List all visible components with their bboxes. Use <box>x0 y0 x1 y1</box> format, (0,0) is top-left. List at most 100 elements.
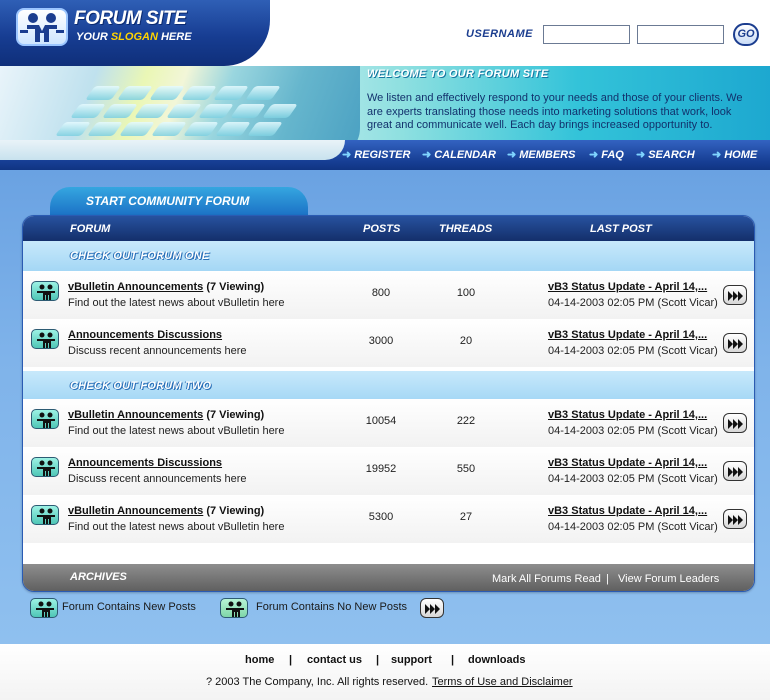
nav-search-label: SEARCH <box>648 149 695 161</box>
terms-link[interactable]: Terms of Use and Disclaimer <box>432 676 573 688</box>
welcome-text: We listen and effectively respond to you… <box>367 92 743 131</box>
nav-register-label: REGISTER <box>354 149 411 161</box>
nav-faq-label: FAQ <box>601 149 624 161</box>
posts-count: 800 <box>371 287 391 299</box>
forum-viewing: (7 Viewing) <box>206 281 265 293</box>
footer-link-contact[interactable]: contact us <box>307 654 362 666</box>
forum-section-header: CHECK OUT FORUM TWO <box>23 371 754 401</box>
forum-description: Find out the latest news about vBulletin… <box>68 425 285 437</box>
nav-members[interactable]: ➜ MEMBERS <box>507 148 575 161</box>
column-posts: POSTS <box>363 223 401 235</box>
username-input[interactable] <box>543 25 630 44</box>
posts-count: 19952 <box>365 463 397 475</box>
forum-people-icon <box>31 409 59 429</box>
last-post-meta: 04-14-2003 02:05 PM (Scott Vicar) <box>548 521 718 533</box>
forum-people-icon <box>31 505 59 525</box>
section-title: CHECK OUT FORUM TWO <box>70 380 212 392</box>
forum-title: Announcements Discussions <box>68 329 222 341</box>
no-new-posts-icon <box>220 598 248 618</box>
footer-link-downloads[interactable]: downloads <box>468 654 525 666</box>
archives-bar: ARCHIVES Mark All Forums Read | View For… <box>23 564 754 591</box>
slogan-prefix: YOUR <box>76 31 108 43</box>
threads-count: 222 <box>456 415 476 427</box>
column-forum: FORUM <box>70 223 111 235</box>
forum-title: Announcements Discussions <box>68 457 222 469</box>
posts-count: 3000 <box>368 335 394 347</box>
go-last-post-button[interactable] <box>723 509 747 529</box>
forum-link[interactable]: vBulletin Announcements <box>68 409 203 421</box>
last-post-link[interactable]: vB3 Status Update - April 14,... <box>548 457 713 469</box>
column-threads: THREADS <box>439 223 493 235</box>
posts-count: 10054 <box>365 415 397 427</box>
site-header: FORUM SITE YOUR SLOGAN HERE USERNAME GO <box>0 0 770 170</box>
nav-home-label: HOME <box>724 149 758 161</box>
copyright-text: ? 2003 The Company, Inc. All rights rese… <box>206 676 429 688</box>
forum-link[interactable]: Announcements Discussions <box>68 457 222 469</box>
forum-viewing: (7 Viewing) <box>206 409 265 421</box>
nav-faq[interactable]: ➜ FAQ <box>589 148 624 161</box>
last-post-link[interactable]: vB3 Status Update - April 14,... <box>548 409 713 421</box>
forum-link[interactable]: Announcements Discussions <box>68 329 222 341</box>
double-arrow-right-icon <box>728 339 743 349</box>
table-row: vBulletin Announcements (7 Viewing) Find… <box>23 271 754 319</box>
threads-count: 100 <box>456 287 476 299</box>
slogan-highlight: SLOGAN <box>110 31 158 43</box>
site-slogan: YOUR SLOGAN HERE <box>76 31 192 43</box>
forum-section-header: CHECK OUT FORUM ONE <box>23 241 754 271</box>
slogan-suffix: HERE <box>160 31 192 43</box>
username-label: USERNAME <box>466 28 533 40</box>
go-last-post-button[interactable] <box>723 413 747 433</box>
password-input[interactable] <box>637 25 724 44</box>
page-footer: home | contact us | support | downloads … <box>0 644 770 700</box>
archives-label[interactable]: ARCHIVES <box>70 571 127 583</box>
forum-description: Find out the latest news about vBulletin… <box>68 297 285 309</box>
forum-people-icon <box>31 329 59 349</box>
go-last-post-button[interactable] <box>723 461 747 481</box>
arrow-right-icon: ➜ <box>422 149 432 161</box>
arrow-right-icon: ➜ <box>507 149 517 161</box>
new-posts-icon <box>30 598 58 618</box>
double-arrow-right-icon <box>728 467 743 477</box>
threads-count: 20 <box>459 335 473 347</box>
go-last-post-button[interactable] <box>723 333 747 353</box>
arrow-right-icon: ➜ <box>589 149 599 161</box>
footer-link-home[interactable]: home <box>245 654 274 666</box>
go-last-post-button[interactable] <box>723 285 747 305</box>
threads-count: 27 <box>459 511 473 523</box>
forum-title: vBulletin Announcements (7 Viewing) <box>68 281 264 293</box>
last-post-meta: 04-14-2003 02:05 PM (Scott Vicar) <box>548 425 718 437</box>
welcome-title: WELCOME TO OUR FORUM SITE <box>367 68 549 80</box>
navbar-curve <box>0 140 345 160</box>
posts-count: 5300 <box>368 511 394 523</box>
legend-go-button[interactable] <box>420 598 444 618</box>
last-post-link[interactable]: vB3 Status Update - April 14,... <box>548 281 713 293</box>
nav-calendar[interactable]: ➜ CALENDAR <box>422 148 496 161</box>
nav-home[interactable]: ➜ HOME <box>712 148 757 161</box>
nav-members-label: MEMBERS <box>519 149 576 161</box>
last-post-link[interactable]: vB3 Status Update - April 14,... <box>548 505 713 517</box>
footer-link-support[interactable]: support <box>391 654 432 666</box>
logo-panel[interactable]: FORUM SITE YOUR SLOGAN HERE <box>0 0 270 66</box>
forum-people-icon <box>31 281 59 301</box>
forum-link[interactable]: vBulletin Announcements <box>68 281 203 293</box>
last-post-link[interactable]: vB3 Status Update - April 14,... <box>548 329 713 341</box>
double-arrow-right-icon <box>728 291 743 301</box>
double-arrow-right-icon <box>728 515 743 525</box>
legend-no-new-posts: Forum Contains No New Posts <box>256 601 407 613</box>
forum-link[interactable]: vBulletin Announcements <box>68 505 203 517</box>
login-go-button[interactable]: GO <box>733 23 759 46</box>
last-post-meta: 04-14-2003 02:05 PM (Scott Vicar) <box>548 297 718 309</box>
view-forum-leaders-link[interactable]: View Forum Leaders <box>618 573 719 585</box>
legend-new-posts: Forum Contains New Posts <box>62 601 196 613</box>
table-header: FORUM POSTS THREADS LAST POST <box>23 216 754 241</box>
logo-people-icon <box>16 8 68 46</box>
nav-search[interactable]: ➜ SEARCH <box>636 148 695 161</box>
nav-register[interactable]: ➜ REGISTER <box>342 148 410 161</box>
footer-separator: | <box>289 654 293 666</box>
table-row: vBulletin Announcements (7 Viewing) Find… <box>23 495 754 543</box>
mark-all-read-link[interactable]: Mark All Forums Read <box>492 573 601 585</box>
footer-separator: | <box>376 654 380 666</box>
archives-separator: | <box>606 573 609 585</box>
nav-calendar-label: CALENDAR <box>434 149 496 161</box>
double-arrow-right-icon <box>728 419 743 429</box>
